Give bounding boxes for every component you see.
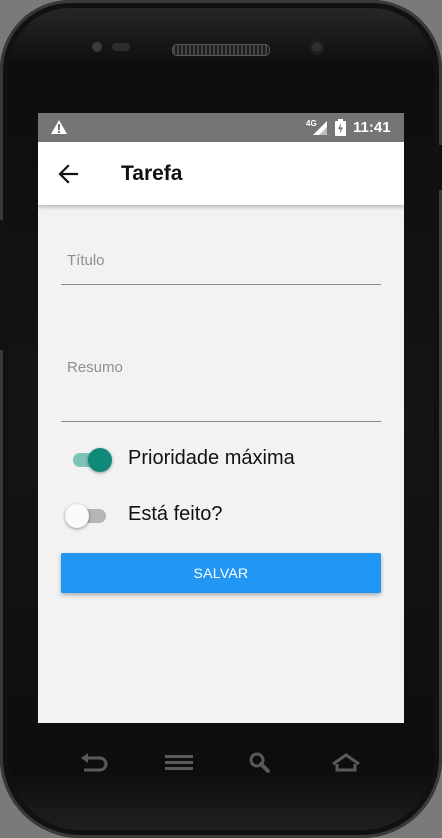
back-nav-icon	[81, 753, 108, 772]
menu-nav-icon	[165, 755, 193, 770]
switch-thumb	[65, 504, 89, 528]
page-title: Tarefa	[121, 162, 183, 185]
battery-charging-icon	[335, 119, 346, 140]
menu-nav-button[interactable]	[163, 750, 195, 776]
back-button[interactable]	[50, 161, 86, 187]
light-sensor	[309, 39, 325, 55]
app-bar: Tarefa	[38, 142, 404, 205]
switch-thumb	[88, 448, 112, 472]
screen: 4G 11:41 Tarefa Título Resumo Prioridade…	[38, 113, 404, 723]
summary-field	[61, 328, 381, 422]
power-button[interactable]	[436, 145, 442, 190]
summary-input[interactable]	[65, 358, 379, 377]
search-nav-button[interactable]	[246, 750, 278, 776]
volume-button[interactable]	[0, 220, 6, 350]
priority-switch-label: Prioridade máxima	[128, 447, 295, 469]
front-camera	[92, 42, 102, 52]
status-bar: 4G 11:41	[38, 113, 404, 142]
save-button[interactable]: SALVAR	[61, 553, 381, 593]
phone-frame: 4G 11:41 Tarefa Título Resumo Prioridade…	[0, 0, 442, 838]
proximity-sensor	[112, 43, 130, 51]
signal-icon	[312, 121, 328, 139]
home-nav-icon	[332, 753, 360, 772]
earpiece-speaker	[172, 44, 270, 56]
done-switch-label: Está feito?	[128, 503, 223, 525]
back-nav-button[interactable]	[78, 750, 110, 776]
title-input[interactable]	[65, 251, 379, 270]
title-field	[61, 223, 381, 285]
warning-icon	[50, 119, 68, 139]
home-nav-button[interactable]	[330, 750, 362, 776]
search-nav-icon	[249, 752, 270, 773]
clock: 11:41	[353, 119, 391, 136]
